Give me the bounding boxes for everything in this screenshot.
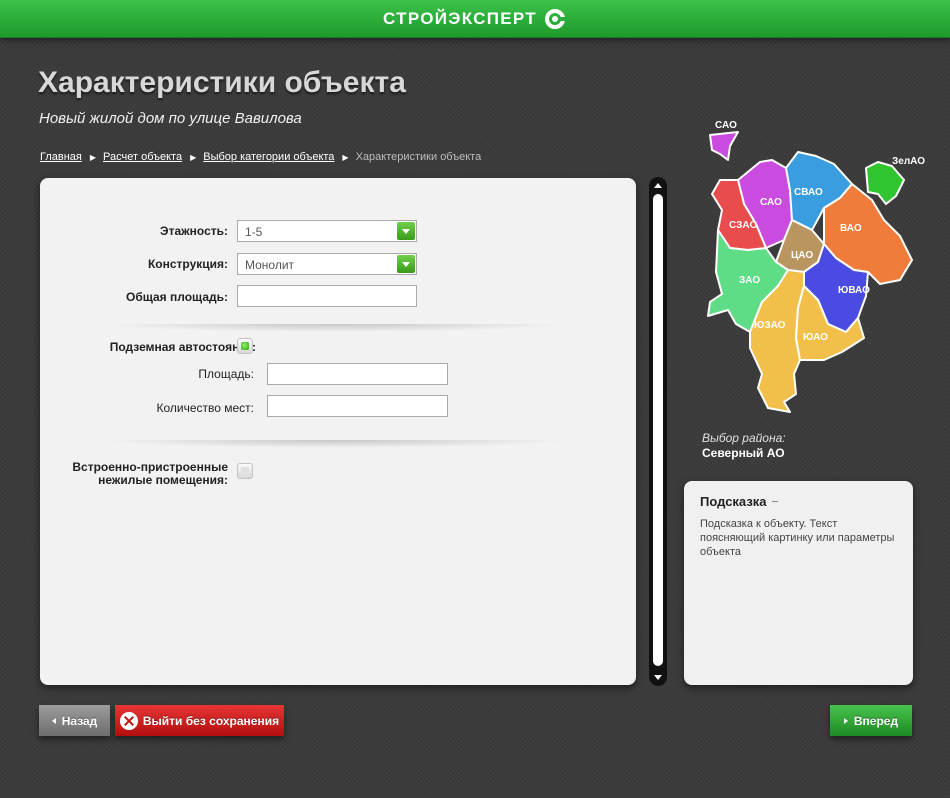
breadcrumb-separator-icon: ▶ [89, 152, 97, 162]
divider [100, 324, 570, 332]
map-label-uvao: ЮВАО [838, 285, 870, 296]
page-title: Характеристики объекта [38, 66, 406, 99]
parking-label: Подземная автостоянка: [109, 340, 256, 354]
chevron-down-icon[interactable] [397, 255, 415, 273]
nonresidential-label: Встроенно-пристроенные нежилые помещения… [60, 461, 228, 487]
map-label-vao: ВАО [840, 223, 862, 234]
scroll-thumb[interactable] [653, 194, 663, 666]
construction-label: Конструкция: [147, 257, 228, 271]
breadcrumb-calculation[interactable]: Расчет объекта [103, 151, 182, 163]
back-button-label: Назад [61, 713, 98, 728]
map-district-sao-outer[interactable] [709, 131, 739, 161]
selected-district: Северный АО [702, 446, 785, 460]
logo-icon [544, 9, 567, 29]
form-panel: Этажность: 1-5 Конструкция: Монолит Обща… [40, 178, 636, 685]
map-label-zao: ЗАО [739, 275, 760, 286]
parking-places-label: Количество мест: [156, 401, 254, 415]
top-bar: СТРОЙЭКСПЕРТ [0, 0, 950, 38]
parking-area-input[interactable] [267, 363, 448, 385]
scrollbar[interactable] [649, 177, 667, 686]
total-area-label: Общая площадь: [125, 290, 228, 304]
map-label-sao: САО [760, 197, 782, 208]
scroll-up-icon[interactable] [654, 183, 662, 188]
floors-label: Этажность: [160, 224, 228, 238]
map-label-zelao: ЗелАО [892, 156, 925, 167]
breadcrumb-separator-icon: ▶ [342, 152, 349, 162]
nonresidential-label-line2: нежилые помещения: [98, 473, 228, 487]
breadcrumb: Главная ▶ Расчет объекта ▶ Выбор категор… [40, 151, 481, 163]
page-subtitle: Новый жилой дом по улице Вавилова [39, 110, 302, 127]
breadcrumb-current: Характеристики объекта [355, 151, 482, 163]
exit-button-label: Выйти без сохранения [142, 713, 280, 728]
parking-area-label: Площадь: [198, 367, 254, 381]
logo-text: СТРОЙЭКСПЕРТ [383, 9, 537, 28]
close-icon [119, 711, 138, 730]
hint-panel: Подсказка Подсказка к объекту. Текст поя… [684, 481, 913, 685]
nonresidential-checkbox[interactable] [237, 463, 253, 479]
exit-without-saving-button[interactable]: Выйти без сохранения [115, 705, 284, 736]
floors-select-value: 1-5 [245, 225, 263, 239]
construction-select[interactable]: Монолит [237, 253, 417, 275]
arrow-right-icon [843, 717, 848, 724]
map-label-uao: ЮАО [803, 332, 828, 343]
next-button-label: Вперед [853, 713, 899, 728]
map-label-uzao: ЮЗАО [754, 320, 786, 331]
map-label-szao: СЗАО [729, 220, 757, 231]
divider [100, 440, 570, 448]
parking-places-input[interactable] [267, 395, 448, 417]
total-area-input[interactable] [237, 285, 417, 307]
map-caption-label: Выбор района: [702, 431, 786, 445]
hint-text: Подсказка к объекту. Текст поясняющий ка… [700, 518, 895, 558]
breadcrumb-category[interactable]: Выбор категории объекта [203, 151, 334, 163]
breadcrumb-home[interactable]: Главная [40, 151, 82, 163]
breadcrumb-separator-icon: ▶ [190, 152, 197, 162]
arrow-left-icon [51, 717, 56, 724]
map-district-zelao[interactable] [865, 161, 905, 205]
map-label-svao: СВАО [794, 187, 823, 198]
map-label-cao: ЦАО [791, 250, 813, 261]
parking-checkbox[interactable] [237, 338, 253, 354]
hint-title: Подсказка [700, 494, 767, 509]
floors-select[interactable]: 1-5 [237, 220, 417, 242]
construction-select-value: Монолит [245, 258, 295, 272]
back-button[interactable]: Назад [39, 705, 110, 736]
logo[interactable]: СТРОЙЭКСПЕРТ [383, 9, 567, 29]
chevron-down-icon[interactable] [397, 222, 415, 240]
map-label-sao-outer: САО [715, 120, 737, 131]
collapse-icon[interactable] [772, 501, 778, 502]
next-button[interactable]: Вперед [830, 705, 912, 736]
district-map[interactable]: САО САО СВАО СЗАО ВАО ЦАО ЗАО ЮВАО ЮЗАО … [700, 112, 940, 422]
scroll-down-icon[interactable] [654, 675, 662, 680]
